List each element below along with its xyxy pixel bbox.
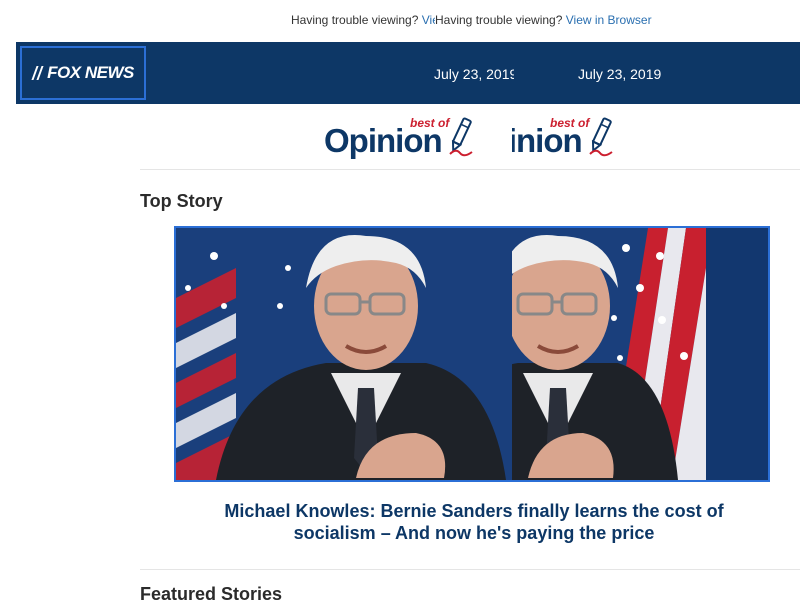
issue-date: July 23, 2019 xyxy=(434,66,514,82)
top-story-headline-link-duplicate[interactable]: Michael Knowles: Bernie Sanders finally … xyxy=(512,500,800,544)
best-of-opinion-logo[interactable]: Opinion best of xyxy=(322,112,512,166)
headline-line-1: Michael Knowles: Bernie Sanders finally … xyxy=(512,501,724,521)
top-story-photo xyxy=(176,228,514,480)
divider xyxy=(140,169,800,170)
view-notice-duplicate: Having trouble viewing? View in Browser xyxy=(435,13,654,27)
headline-line-2: socialism – And now he's paying the pric… xyxy=(293,523,512,543)
fox-news-logo-link[interactable]: FOX NEWS xyxy=(20,46,146,100)
headline-line-1: Michael Knowles: Bernie Sanders finally … xyxy=(224,501,512,521)
logo-text: FOX NEWS xyxy=(47,63,134,82)
pen-icon xyxy=(449,117,473,157)
best-of-label: best of xyxy=(550,116,590,130)
top-story-photo-duplicate xyxy=(512,228,768,480)
headline-line-2: socialism – And now he's paying the pric… xyxy=(512,523,655,543)
notice-text: Having trouble viewing? xyxy=(435,13,563,27)
featured-stories-heading: Featured Stories xyxy=(140,584,283,600)
top-story-heading: Top Story xyxy=(140,191,223,211)
top-story-headline-link[interactable]: Michael Knowles: Bernie Sanders finally … xyxy=(140,500,512,544)
best-of-label: best of xyxy=(410,116,450,130)
divider xyxy=(140,569,800,570)
fox-slash-icon xyxy=(31,66,44,80)
header-bar: FOX NEWS July 23, 2019 July 23, 2019 xyxy=(16,42,800,104)
top-story-image-link[interactable] xyxy=(174,226,770,482)
view-in-browser-link[interactable]: View in Browser xyxy=(566,13,652,27)
notice-text: Having trouble viewing? xyxy=(291,13,419,27)
issue-date-duplicate: July 23, 2019 xyxy=(578,66,662,82)
fox-news-logo: FOX NEWS xyxy=(31,63,134,83)
pen-icon xyxy=(589,117,613,157)
best-of-opinion-logo-duplicate[interactable]: Opinion best of xyxy=(512,112,622,166)
